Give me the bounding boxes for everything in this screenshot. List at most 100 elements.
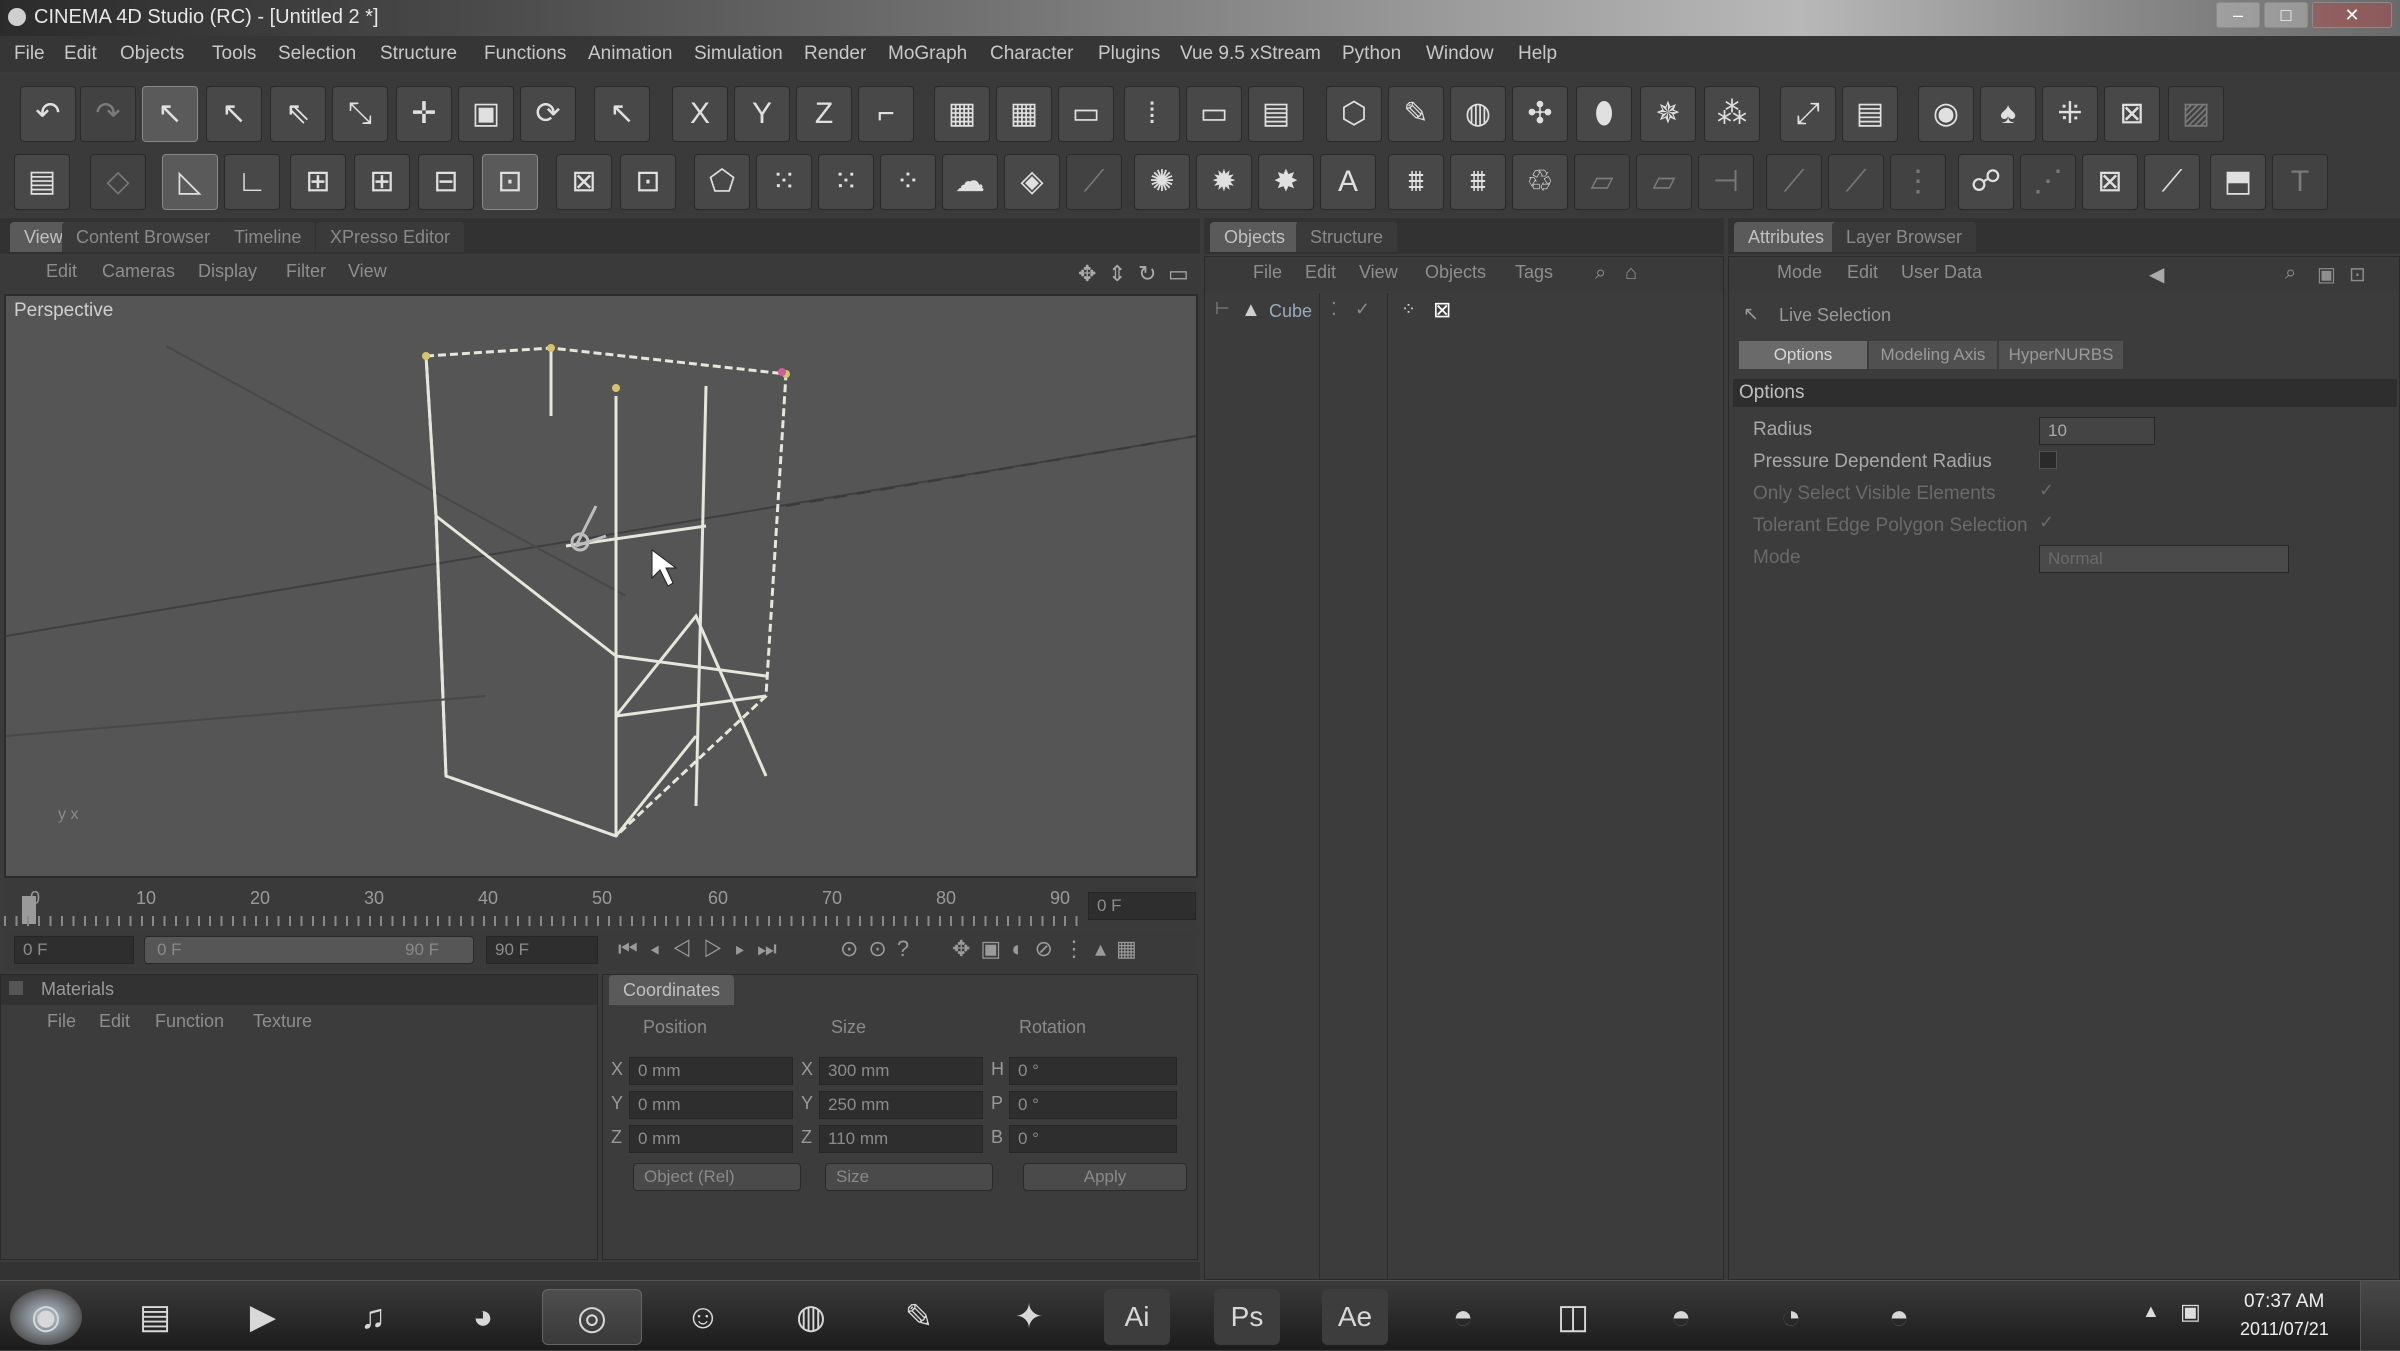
render-active-icon[interactable]: ▭ — [1186, 86, 1242, 142]
attributes-menu-mode[interactable]: Mode — [1777, 262, 1822, 283]
mograph-icon[interactable]: ⁜ — [2042, 86, 2098, 142]
render-picture-viewer-icon[interactable]: ▦ — [996, 86, 1052, 142]
pose-icon[interactable]: ⋮ — [1890, 154, 1946, 210]
viewport-rotate-icon[interactable]: ↻ — [1138, 261, 1156, 287]
swirl-icon[interactable]: ◔ — [1758, 1289, 1824, 1345]
menu-selection[interactable]: Selection — [278, 43, 356, 65]
perspective-viewport[interactable]: Perspective y x — [4, 294, 1198, 878]
menu-functions[interactable]: Functions — [484, 43, 566, 65]
edit-render-settings-icon[interactable]: ▭ — [1058, 86, 1114, 142]
menu-character[interactable]: Character — [990, 43, 1073, 65]
close-hole-icon[interactable]: ✹ — [1196, 154, 1252, 210]
weld-icon[interactable]: ✺ — [1134, 154, 1190, 210]
mode-select[interactable]: Normal — [2039, 545, 2289, 573]
tab-objects[interactable]: Objects — [1210, 222, 1300, 252]
bridge-icon[interactable]: ⟋ — [1066, 154, 1122, 210]
bevel-icon[interactable]: ◈ — [1004, 154, 1060, 210]
hair-grid-icon[interactable]: ▨ — [2168, 86, 2224, 142]
snap-icon[interactable]: ⊠ — [556, 154, 612, 210]
menu-structure[interactable]: Structure — [380, 43, 457, 65]
paint-icon[interactable]: ☍ — [1958, 154, 2014, 210]
edges-mode-icon[interactable]: ⊞ — [354, 154, 410, 210]
brush-tool-icon[interactable]: ⟋ — [2144, 154, 2200, 210]
materials-menu-file[interactable]: File — [47, 1011, 76, 1032]
key-filter-controls[interactable]: ✥▣◐⊘⋮▴▦ — [952, 936, 1147, 962]
timeline-ruler[interactable]: 0 10 20 30 40 50 60 70 80 90 0 F — [4, 880, 1198, 928]
visible-only-checkbox[interactable]: ✓ — [2039, 481, 2057, 499]
tab-coordinates[interactable]: Coordinates — [609, 975, 735, 1005]
object-search-icon[interactable]: ⌕ — [1595, 262, 1606, 285]
itunes-icon[interactable]: ♫ — [340, 1289, 406, 1345]
menu-edit[interactable]: Edit — [64, 43, 97, 65]
clock-date[interactable]: 2011/07/21 — [2240, 1319, 2329, 1340]
size-z-field[interactable]: 110 mm — [819, 1125, 983, 1153]
maximize-button[interactable]: □ — [2264, 2, 2308, 28]
smooth-icon[interactable]: ⁘ — [880, 154, 936, 210]
menu-objects[interactable]: Objects — [120, 43, 184, 65]
tab-layer-browser[interactable]: Layer Browser — [1832, 222, 1977, 252]
start-orb-icon[interactable]: ◉ — [10, 1289, 82, 1345]
photoshop-icon[interactable]: Ps — [1214, 1289, 1280, 1345]
light-icon[interactable]: ▤ — [1842, 86, 1898, 142]
menu-plugins[interactable]: Plugins — [1098, 43, 1160, 65]
dreamweaver-icon[interactable]: ✦ — [996, 1289, 1062, 1345]
size-y-field[interactable]: 250 mm — [819, 1091, 983, 1119]
menu-file[interactable]: File — [14, 43, 45, 65]
rotation-b-field[interactable]: 0 ° — [1009, 1125, 1177, 1153]
tab-timeline[interactable]: Timeline — [220, 222, 316, 252]
aftereffects-icon[interactable]: Ae — [1322, 1289, 1388, 1345]
tolerant-edge-checkbox[interactable]: ✓ — [2039, 513, 2057, 531]
new-panel-icon[interactable]: ⊡ — [2349, 262, 2366, 287]
materials-menu-function[interactable]: Function — [155, 1011, 224, 1032]
pressure-radius-checkbox[interactable] — [2039, 451, 2057, 469]
blender-2-icon[interactable]: ◓ — [1648, 1289, 1714, 1345]
joint-icon[interactable]: ⋰ — [2020, 154, 2076, 210]
attributes-menu-edit[interactable]: Edit — [1847, 262, 1878, 283]
current-frame-field[interactable]: 0 F — [1088, 892, 1196, 920]
move-cross-icon[interactable]: ✛ — [396, 86, 452, 142]
menu-render[interactable]: Render — [804, 43, 866, 65]
scene-icon[interactable]: ✵ — [1640, 86, 1696, 142]
rectangle-selection-icon[interactable]: ↖ — [206, 86, 262, 142]
uv-mode-icon[interactable]: ⊡ — [482, 154, 538, 210]
position-z-field[interactable]: 0 mm — [629, 1125, 793, 1153]
cinema4d-taskbar-icon[interactable]: ◎ — [542, 1289, 642, 1345]
firefox-icon[interactable]: ◕ — [450, 1289, 516, 1345]
position-y-field[interactable]: 0 mm — [629, 1091, 793, 1119]
menu-tools[interactable]: Tools — [212, 43, 256, 65]
particles-icon[interactable]: ⁂ — [1704, 86, 1760, 142]
melt-icon[interactable]: ✸ — [1258, 154, 1314, 210]
redo-icon[interactable]: ↷ — [80, 86, 136, 142]
tab-xpresso-editor[interactable]: XPresso Editor — [316, 222, 465, 252]
blender-3-icon[interactable]: ◓ — [1866, 1289, 1932, 1345]
spline-pen-icon[interactable]: ✎ — [1388, 86, 1444, 142]
viewport-menu-filter[interactable]: Filter — [286, 261, 326, 282]
position-x-field[interactable]: 0 mm — [629, 1057, 793, 1085]
viewport-maximize-icon[interactable]: ▭ — [1168, 261, 1189, 287]
points-mode-icon[interactable]: ⊞ — [290, 154, 346, 210]
media-player-icon[interactable]: ▶ — [230, 1289, 296, 1345]
menu-help[interactable]: Help — [1518, 43, 1557, 65]
deformer-icon[interactable]: ⬮ — [1576, 86, 1632, 142]
object-menu-file[interactable]: File — [1253, 262, 1282, 283]
start-frame-field[interactable]: 0 F — [14, 936, 134, 964]
network-icon[interactable]: ▣ — [2180, 1299, 2201, 1325]
brush-icon[interactable]: ⁙ — [818, 154, 874, 210]
materials-menu-texture[interactable]: Texture — [253, 1011, 312, 1032]
back-arrow-icon[interactable]: ◀ — [2149, 262, 2164, 287]
iron-icon[interactable]: ♲ — [1512, 154, 1568, 210]
menu-simulation[interactable]: Simulation — [694, 43, 783, 65]
object-menu-view[interactable]: View — [1359, 262, 1398, 283]
array-icon[interactable]: ✣ — [1512, 86, 1568, 142]
viewport-menu-cameras[interactable]: Cameras — [102, 261, 175, 282]
visibility-dots-icon[interactable]: ⁚ — [1331, 299, 1337, 320]
effector-icon[interactable]: ⊠ — [2104, 86, 2160, 142]
layout-icon[interactable]: ▤ — [14, 154, 70, 210]
menu-vue[interactable]: Vue 9.5 xStream — [1180, 43, 1321, 65]
model-mode-icon[interactable]: ◺ — [162, 154, 218, 210]
x-axis-button[interactable]: X — [672, 86, 728, 142]
playback-controls[interactable]: ⏮◂◁▷▸⏭ — [618, 936, 789, 962]
subtab-hypernurbs[interactable]: HyperNURBS — [1999, 341, 2123, 369]
workplane-icon[interactable]: ⊡ — [620, 154, 676, 210]
lock-icon[interactable]: ▣ — [2317, 262, 2336, 287]
